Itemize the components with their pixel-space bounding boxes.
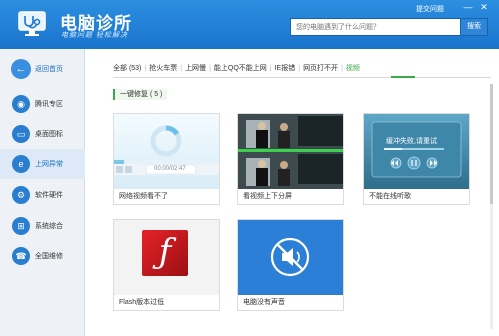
tab-separator: | (298, 65, 301, 72)
back-home-label: 返回首页 (35, 66, 63, 73)
content-scrollbar-thumb[interactable] (490, 84, 493, 204)
tab-all[interactable]: 全部 (53) (113, 63, 141, 73)
sidebar: ← 返回首页 ◉ 腾讯专区 ▭ 桌面图标 e 上网异常 ⚙ 软件硬件 ⊞ 系统综… (0, 49, 85, 336)
sidebar-item-system[interactable]: ⊞ 系统综合 (0, 211, 85, 241)
flash-logo-icon: ƒ (142, 230, 188, 276)
fix-card-online-video[interactable]: 00:00/02:47 网络视频看不了 (113, 113, 220, 205)
back-home-button[interactable]: ← 返回首页 (0, 54, 85, 84)
search-button[interactable]: 搜索 (460, 18, 488, 36)
tab-video[interactable]: 视频 (346, 63, 360, 73)
tab-separator: | (269, 65, 272, 72)
active-tab-indicator (391, 76, 415, 78)
video-player-thumbnail: 00:00/02:47 (114, 114, 219, 189)
card-caption: 电脑没有声音 (243, 299, 285, 306)
app-slogan: 电脑问题 轻松解决 (61, 32, 128, 39)
tab-separator: | (180, 65, 183, 72)
card-caption: 不能在线听歌 (369, 193, 411, 200)
split-screen-thumbnail (238, 114, 343, 189)
video-time-display: 00:00/02:47 (154, 166, 186, 172)
windows-icon: ⊞ (12, 217, 30, 235)
tab-train-tickets[interactable]: 抢火车票 (149, 63, 177, 73)
mute-thumbnail (238, 220, 343, 295)
close-button[interactable]: ✕ (478, 2, 490, 12)
sidebar-item-label: 全国维修 (35, 253, 63, 260)
sidebar-item-label: 上网异常 (35, 161, 63, 168)
gear-icon: ⚙ (12, 186, 30, 204)
tab-page-wont-open[interactable]: 网页打不开 (303, 63, 338, 73)
sidebar-item-software-hardware[interactable]: ⚙ 软件硬件 (0, 180, 85, 210)
tab-qq-no-internet[interactable]: 能上QQ不能上网 (214, 63, 267, 73)
back-arrow-icon: ← (11, 59, 31, 79)
sidebar-item-label: 软件硬件 (35, 192, 63, 199)
split-screen-illustration (238, 114, 343, 189)
tab-separator: | (209, 65, 211, 72)
tabs-divider (113, 77, 491, 78)
flash-thumbnail: ƒ (114, 220, 219, 295)
sidebar-item-tencent[interactable]: ◉ 腾讯专区 (0, 89, 85, 119)
fix-card-online-music[interactable]: 缓冲失败,请重试 不能在线听歌 (363, 113, 470, 205)
phone-icon: ☎ (12, 247, 30, 265)
music-player-illustration (364, 114, 469, 189)
monitor-icon: ▭ (12, 125, 30, 143)
minimize-button[interactable]: — (462, 2, 474, 12)
card-caption: 网络视频看不了 (119, 193, 168, 200)
sidebar-item-label: 系统综合 (35, 223, 63, 230)
category-tabs: 全部 (53) | 抢火车票 | 上网慢 | 能上QQ不能上网 | IE报错 | 网页打不开 | 视频 (113, 63, 360, 77)
mute-speaker-icon (270, 237, 310, 277)
sidebar-item-label: 腾讯专区 (35, 101, 63, 108)
buffer-failed-message: 缓冲失败,请重试 (386, 138, 437, 145)
tab-separator: | (144, 65, 147, 72)
qq-penguin-icon: ◉ (12, 95, 30, 113)
sidebar-item-label: 桌面图标 (35, 131, 63, 138)
card-caption: 看视频上下分屏 (243, 193, 292, 200)
fix-card-split-screen[interactable]: 看视频上下分屏 (237, 113, 344, 205)
tab-slow-internet[interactable]: 上网慢 (185, 63, 206, 73)
fix-card-flash-version[interactable]: ƒ Flash版本过低 (113, 219, 220, 311)
submit-question-link[interactable]: 提交问题 (416, 4, 444, 14)
title-bar: 电脑诊所 电脑问题 轻松解决 提交问题 — ✕ 搜索 (0, 0, 499, 49)
sidebar-item-network-issues[interactable]: e 上网异常 (0, 149, 85, 179)
music-player-thumbnail: 缓冲失败,请重试 (364, 114, 469, 189)
tab-ie-errors[interactable]: IE报错 (275, 63, 296, 73)
main-panel: 全部 (53) | 抢火车票 | 上网慢 | 能上QQ不能上网 | IE报错 | 网页打不开 | 视频 … (85, 49, 499, 336)
video-player-illustration (114, 114, 219, 189)
card-caption: Flash版本过低 (119, 299, 165, 306)
ie-browser-icon: e (12, 155, 30, 173)
search-input[interactable] (290, 18, 460, 36)
one-click-fix-heading: 一键修复 ( 5 ) (113, 89, 168, 100)
fix-card-no-sound[interactable]: 电脑没有声音 (237, 219, 344, 311)
sidebar-item-desktop-icons[interactable]: ▭ 桌面图标 (0, 119, 85, 149)
stethoscope-monitor-logo-icon (18, 11, 46, 36)
sidebar-item-repair-service[interactable]: ☎ 全国维修 (0, 241, 85, 271)
tab-separator: | (341, 65, 343, 72)
